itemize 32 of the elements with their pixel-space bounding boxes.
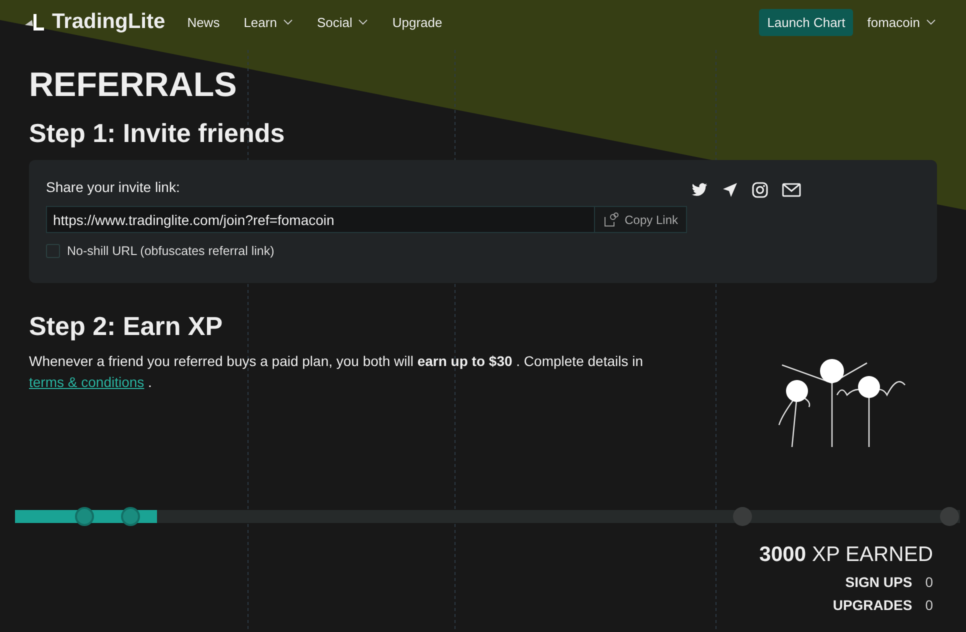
terms-link[interactable]: terms & conditions: [29, 374, 144, 390]
page-title: REFERRALS: [29, 66, 238, 104]
step-heading: Step 2: Earn XP: [29, 311, 224, 341]
camera-icon[interactable]: [752, 182, 768, 198]
stat-value: 0: [925, 574, 933, 590]
logo-text: TradingLite: [52, 10, 166, 34]
chevron-icon: [358, 19, 368, 25]
chevron-icon: [926, 19, 936, 25]
mail-icon[interactable]: [782, 183, 801, 197]
bird-icon[interactable]: [691, 183, 708, 197]
paper-plane-icon[interactable]: [722, 182, 738, 198]
copy-link-button[interactable]: Copy Link: [594, 207, 686, 232]
xp-label: XP EARNED: [812, 543, 933, 567]
step-heading: Step 1: Invite friends: [29, 118, 286, 148]
logo[interactable]: TradingLite: [24, 10, 166, 34]
nav-link[interactable]: Social: [316, 14, 368, 30]
description-text: Whenever a friend you referred buys a paid plan, you both will earn up to $30 . Complete details in terms & conditions .: [29, 352, 644, 392]
checkbox-label: No-shill URL (obfuscates referral link): [67, 244, 274, 258]
invite-link-field[interactable]: https://www.tradinglite.com/join?ref=fomacoin Copy Link: [46, 206, 687, 233]
nav-link[interactable]: News: [187, 14, 220, 30]
chevron-icon: [282, 19, 293, 25]
copy-link-icon: [602, 212, 619, 228]
launch-chart-button[interactable]: Launch Chart: [759, 8, 854, 36]
checkbox[interactable]: [46, 244, 60, 258]
xp-value: 3000: [759, 543, 806, 567]
nav-link[interactable]: Learn: [244, 14, 293, 30]
user-menu[interactable]: fomacoin: [867, 14, 936, 30]
share-label: Share your invite link:: [46, 179, 181, 195]
stat-label: SIGN UPS: [845, 574, 912, 590]
stat-value: 0: [925, 597, 933, 613]
nav-link[interactable]: Upgrade: [392, 14, 442, 30]
stat-label: UPGRADES: [832, 597, 912, 613]
